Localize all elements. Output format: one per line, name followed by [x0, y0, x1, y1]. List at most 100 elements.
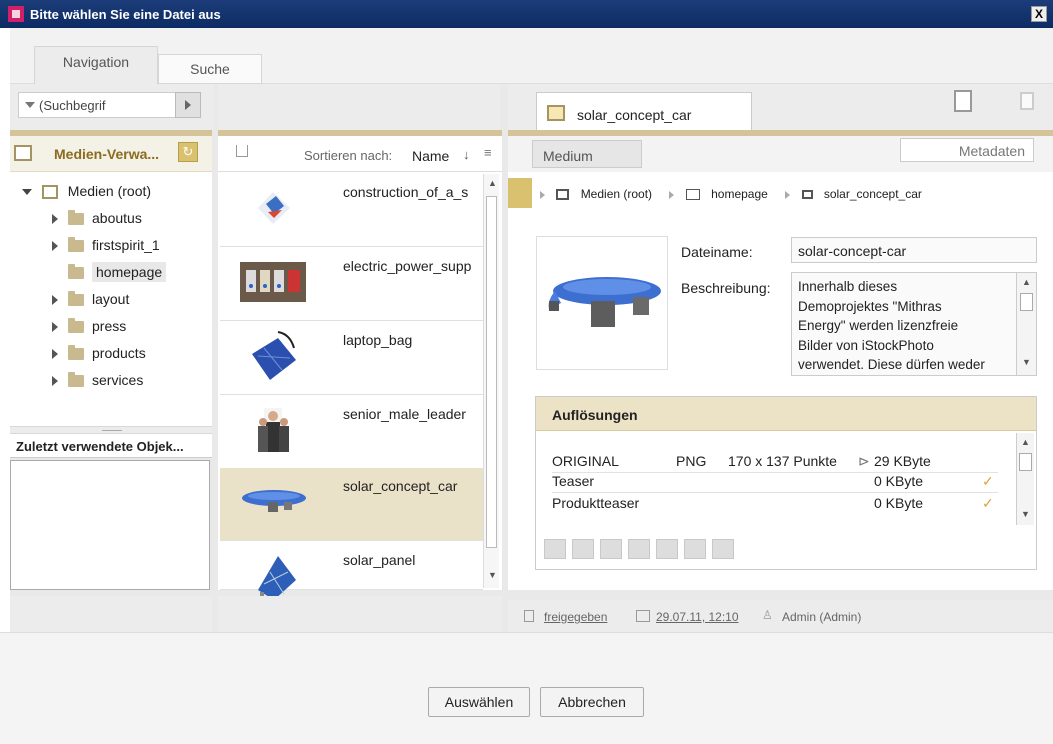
subtab-metadata[interactable]: Metadaten	[900, 138, 1034, 162]
detail-tab-label: solar_concept_car	[577, 107, 692, 123]
tree-item-root[interactable]: Medien (root)	[22, 180, 151, 202]
tree-item-layout[interactable]: layout	[52, 288, 129, 310]
list-item[interactable]: laptop_bag	[220, 322, 483, 395]
scroll-down-icon[interactable]: ▼	[1022, 357, 1031, 367]
description-scrollbar[interactable]: ▲ ▼	[1016, 273, 1036, 375]
description-text: Innerhalb dieses Demoprojektes "Mithras …	[798, 277, 985, 375]
breadcrumb-home-button[interactable]	[508, 178, 532, 208]
tab-navigation[interactable]: Navigation	[34, 46, 158, 84]
recent-label: Zuletzt verwendete Objek...	[16, 439, 184, 454]
scroll-down-icon[interactable]: ▼	[488, 570, 497, 580]
list-item[interactable]: senior_male_leader	[220, 396, 483, 469]
expand-icon[interactable]	[22, 189, 32, 196]
resolutions-scrollbar[interactable]: ▲ ▼	[1016, 433, 1034, 525]
delete-icon[interactable]	[600, 539, 622, 559]
resolutions-panel: Auflösungen ORIGINAL PNG 170 x 137 Punkt…	[535, 396, 1037, 570]
app-icon	[8, 6, 24, 22]
resolution-row[interactable]: Teaser 0 KByte ✓	[552, 473, 998, 493]
document-icon[interactable]	[1020, 92, 1034, 110]
tree-item-label: homepage	[92, 262, 167, 282]
export-icon[interactable]	[656, 539, 678, 559]
list-item-name: senior_male_leader	[343, 406, 466, 422]
save-icon[interactable]	[684, 539, 706, 559]
scrollbar-thumb[interactable]	[1020, 293, 1033, 311]
media-icon	[556, 189, 570, 201]
close-icon[interactable]: X	[1031, 6, 1047, 22]
status-date[interactable]: 29.07.11, 12:10	[656, 610, 739, 624]
tree-item-label: firstspirit_1	[92, 237, 160, 253]
tab-suche[interactable]: Suche	[158, 54, 262, 84]
resolution-row[interactable]: ORIGINAL PNG 170 x 137 Punkte ⊳ 29 KByte	[552, 453, 998, 473]
search-go-button[interactable]	[175, 92, 201, 118]
collapsed-arrow-icon[interactable]	[52, 322, 58, 333]
tree-header-label: Medien-Verwa...	[54, 146, 160, 162]
cancel-button[interactable]: Abbrechen	[540, 687, 644, 717]
refresh-icon[interactable]: ↻	[178, 142, 198, 162]
tree-item-label: services	[92, 372, 144, 388]
left-footer	[10, 596, 212, 632]
description-label: Beschreibung:	[681, 280, 771, 296]
back-icon[interactable]	[544, 539, 566, 559]
upload-icon[interactable]	[628, 539, 650, 559]
select-button[interactable]: Auswählen	[428, 687, 530, 717]
list-item-selected[interactable]: solar_concept_car	[220, 468, 483, 541]
folder-icon	[68, 264, 84, 280]
tree-item-homepage[interactable]: homepage	[66, 261, 167, 283]
dropdown-icon[interactable]	[25, 102, 35, 108]
tree-item-services[interactable]: services	[52, 369, 143, 391]
filename-field[interactable]: solar-concept-car	[791, 237, 1037, 263]
breadcrumb-item[interactable]: Medien (root)	[581, 187, 652, 201]
scroll-up-icon[interactable]: ▲	[488, 178, 497, 188]
check-icon: ✓	[982, 495, 994, 511]
list-header: Sortieren nach: Name ↓ ≡	[218, 136, 502, 172]
subtab-medium[interactable]: Medium	[532, 140, 642, 168]
scrollbar-thumb[interactable]	[486, 196, 497, 548]
description-line: Energy" werden lizenzfreie	[798, 318, 959, 333]
description-line: verwendet. Diese dürfen weder	[798, 357, 985, 372]
tree-item-label: layout	[92, 291, 130, 307]
splitter-handle[interactable]	[10, 426, 212, 434]
sort-direction-icon[interactable]: ↓	[463, 147, 470, 162]
breadcrumb-item[interactable]: homepage	[711, 187, 768, 201]
list-item[interactable]: solar_panel	[220, 542, 483, 600]
tree-item-products[interactable]: products	[52, 342, 146, 364]
collapsed-arrow-icon[interactable]	[52, 349, 58, 360]
menu-icon[interactable]: ≡	[484, 145, 492, 160]
collapsed-arrow-icon[interactable]	[52, 214, 58, 225]
media-root-icon	[41, 185, 58, 200]
scrollbar-thumb[interactable]	[1019, 453, 1032, 471]
user-icon: ♙	[762, 608, 773, 622]
status-state[interactable]: freigegeben	[544, 610, 607, 624]
tree-item-aboutus[interactable]: aboutus	[52, 207, 142, 229]
list-item[interactable]: construction_of_a_s	[220, 174, 483, 247]
collapsed-arrow-icon[interactable]	[52, 295, 58, 306]
description-field[interactable]: Innerhalb dieses Demoprojektes "Mithras …	[791, 272, 1037, 376]
search-input[interactable]: (Suchbegrif	[18, 92, 176, 118]
select-pointer-icon[interactable]	[954, 90, 972, 112]
detail-tab[interactable]: solar_concept_car	[536, 92, 752, 130]
tree-item-press[interactable]: press	[52, 315, 126, 337]
folder-outline-icon	[685, 189, 700, 201]
list-item[interactable]: electric_power_supp	[220, 248, 483, 321]
solar-car-thumbnail	[242, 490, 306, 512]
tree-item-firstspirit[interactable]: firstspirit_1	[52, 234, 160, 256]
preview-icon[interactable]	[712, 539, 734, 559]
search-value: (Suchbegrif	[39, 98, 106, 113]
breadcrumb-item[interactable]: solar_concept_car	[824, 187, 922, 201]
recent-header: Zuletzt verwendete Objek...	[10, 434, 212, 458]
scroll-down-icon[interactable]: ▼	[1021, 509, 1030, 519]
resolution-row[interactable]: Produktteaser 0 KByte ✓	[552, 495, 998, 515]
list-scrollbar[interactable]: ▲ ▼	[483, 174, 499, 588]
collapsed-arrow-icon[interactable]	[52, 241, 58, 252]
upload-icon[interactable]	[236, 145, 248, 157]
tab-label: Navigation	[62, 54, 130, 70]
recent-list[interactable]	[10, 460, 210, 590]
collapsed-arrow-icon[interactable]	[52, 376, 58, 387]
list-item-name: solar_panel	[343, 552, 416, 568]
sort-value[interactable]: Name	[412, 148, 449, 164]
select-button-label: Auswählen	[444, 694, 514, 710]
folder-icon	[68, 345, 84, 361]
check-icon[interactable]	[572, 539, 594, 559]
scroll-up-icon[interactable]: ▲	[1021, 437, 1030, 447]
scroll-up-icon[interactable]: ▲	[1022, 277, 1031, 287]
